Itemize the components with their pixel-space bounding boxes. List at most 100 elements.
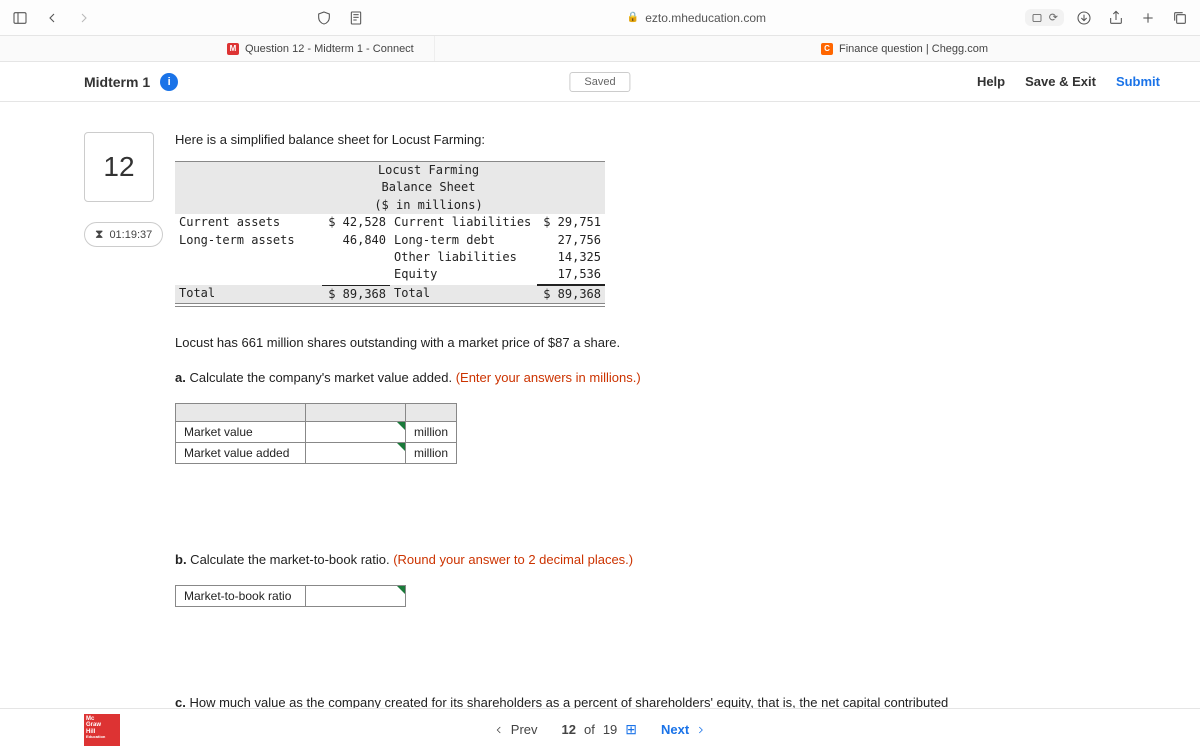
- back-icon[interactable]: [40, 6, 64, 30]
- market-value-input[interactable]: [306, 422, 405, 442]
- tab-chegg[interactable]: C Finance question | Chegg.com: [801, 36, 1008, 61]
- part-b-prompt: b. Calculate the market-to-book ratio. (…: [175, 550, 1160, 571]
- bs-total-label: Total: [175, 285, 322, 303]
- part-a-prefix: a.: [175, 370, 186, 385]
- forward-icon[interactable]: [72, 6, 96, 30]
- blank-header: [306, 403, 406, 421]
- sheet-company: Locust Farming: [321, 162, 537, 179]
- tabs-icon[interactable]: [1168, 6, 1192, 30]
- next-label: Next: [661, 722, 689, 737]
- timer: ⧗ 01:19:37: [84, 222, 163, 247]
- page-title: Midterm 1: [84, 74, 150, 90]
- next-button[interactable]: Next: [661, 722, 707, 737]
- help-link[interactable]: Help: [977, 74, 1005, 89]
- sidebar-toggle-icon[interactable]: [8, 6, 32, 30]
- part-a-text: Calculate the company's market value add…: [186, 370, 456, 385]
- market-value-added-input-cell: [306, 442, 406, 463]
- input-flag-icon: [397, 422, 405, 430]
- favicon-m-icon: M: [227, 43, 239, 55]
- app-header: Midterm 1 i Saved Help Save & Exit Submi…: [0, 62, 1200, 102]
- mtb-ratio-input-cell: [306, 585, 406, 606]
- bs-label: Current liabilities: [390, 214, 537, 231]
- saved-badge: Saved: [569, 72, 630, 92]
- url-host: ezto.mheducation.com: [645, 11, 766, 25]
- unit-label: million: [406, 442, 457, 463]
- bs-label: Equity: [390, 266, 537, 284]
- answer-table-b: Market-to-book ratio: [175, 585, 406, 607]
- mcgraw-hill-logo: Mc Graw Hill Education: [84, 714, 120, 746]
- row-label: Market value added: [176, 442, 306, 463]
- row-label: Market-to-book ratio: [176, 585, 306, 606]
- bs-val: $ 29,751: [537, 214, 605, 231]
- part-a-prompt: a. Calculate the company's market value …: [175, 368, 1160, 389]
- timer-value: 01:19:37: [109, 229, 152, 241]
- bs-total-label: Total: [390, 285, 537, 303]
- left-sidebar: 12 ⧗ 01:19:37: [0, 102, 175, 708]
- mtb-ratio-input[interactable]: [306, 586, 405, 606]
- hourglass-icon: ⧗: [95, 227, 103, 242]
- footer-nav: Mc Graw Hill Education Prev 12 of 19 ⊞ N…: [0, 708, 1200, 750]
- logo-line: Mc: [86, 716, 118, 723]
- browser-toolbar: 🔒 ezto.mheducation.com ⟳: [0, 0, 1200, 36]
- part-b-text: Calculate the market-to-book ratio.: [187, 552, 394, 567]
- lock-icon: 🔒: [627, 12, 639, 23]
- reader-pill[interactable]: ⟳: [1025, 9, 1064, 26]
- bs-val: 27,756: [537, 232, 605, 249]
- bs-label: Long-term assets: [175, 232, 322, 249]
- intro-text: Here is a simplified balance sheet for L…: [175, 132, 1160, 147]
- prev-button[interactable]: Prev: [493, 722, 538, 737]
- shares-line: Locust has 661 million shares outstandin…: [175, 333, 1160, 354]
- bs-val: 14,325: [537, 249, 605, 266]
- browser-tabs: M Question 12 - Midterm 1 - Connect C Fi…: [0, 36, 1200, 62]
- market-value-added-input[interactable]: [306, 443, 405, 463]
- shield-icon[interactable]: [312, 6, 336, 30]
- reader-icon[interactable]: [344, 6, 368, 30]
- sheet-title: Balance Sheet: [321, 179, 537, 196]
- share-icon[interactable]: [1104, 6, 1128, 30]
- tab-label: Question 12 - Midterm 1 - Connect: [245, 43, 414, 55]
- logo-line: Graw: [86, 722, 118, 729]
- new-tab-icon[interactable]: [1136, 6, 1160, 30]
- pos-of: of: [584, 722, 595, 737]
- row-label: Market value: [176, 421, 306, 442]
- question-grid-icon[interactable]: ⊞: [625, 721, 637, 738]
- prev-label: Prev: [511, 722, 538, 737]
- pos-current: 12: [562, 722, 576, 737]
- unit-label: million: [406, 421, 457, 442]
- balance-sheet: Locust Farming Balance Sheet ($ in milli…: [175, 161, 605, 307]
- info-icon[interactable]: i: [160, 73, 178, 91]
- part-c-prompt: c. How much value as the company created…: [175, 693, 1160, 708]
- pos-total: 19: [603, 722, 617, 737]
- blank-header: [406, 403, 457, 421]
- favicon-c-icon: C: [821, 43, 833, 55]
- part-b-prefix: b.: [175, 552, 187, 567]
- bs-val: $ 42,528: [322, 214, 390, 231]
- logo-line: Education: [86, 735, 118, 739]
- part-a-hint: (Enter your answers in millions.): [456, 370, 641, 385]
- submit-button[interactable]: Submit: [1116, 74, 1160, 89]
- tab-connect[interactable]: M Question 12 - Midterm 1 - Connect: [207, 36, 435, 61]
- position-indicator: 12 of 19 ⊞: [562, 721, 638, 738]
- refresh-icon: ⟳: [1049, 11, 1058, 24]
- bs-label: Current assets: [175, 214, 322, 231]
- input-flag-icon: [397, 443, 405, 451]
- part-b-hint: (Round your answer to 2 decimal places.): [393, 552, 633, 567]
- save-exit-link[interactable]: Save & Exit: [1025, 74, 1096, 89]
- input-flag-icon: [397, 586, 405, 594]
- bs-val: 46,840: [322, 232, 390, 249]
- bs-val: 17,536: [537, 266, 605, 284]
- download-icon[interactable]: [1072, 6, 1096, 30]
- answer-table-a: Market value million Market value added …: [175, 403, 457, 464]
- blank-header: [176, 403, 306, 421]
- bs-total-val: $ 89,368: [322, 285, 390, 303]
- bs-label: Other liabilities: [390, 249, 537, 266]
- part-c-prefix: c.: [175, 695, 186, 708]
- market-value-input-cell: [306, 421, 406, 442]
- bs-total-val: $ 89,368: [537, 285, 605, 303]
- question-content: Here is a simplified balance sheet for L…: [175, 102, 1200, 708]
- bs-label: Long-term debt: [390, 232, 537, 249]
- tab-label: Finance question | Chegg.com: [839, 43, 988, 55]
- url-display[interactable]: 🔒 ezto.mheducation.com: [376, 11, 1017, 25]
- question-number-box: 12: [84, 132, 154, 202]
- part-c-text: How much value as the company created fo…: [186, 695, 948, 708]
